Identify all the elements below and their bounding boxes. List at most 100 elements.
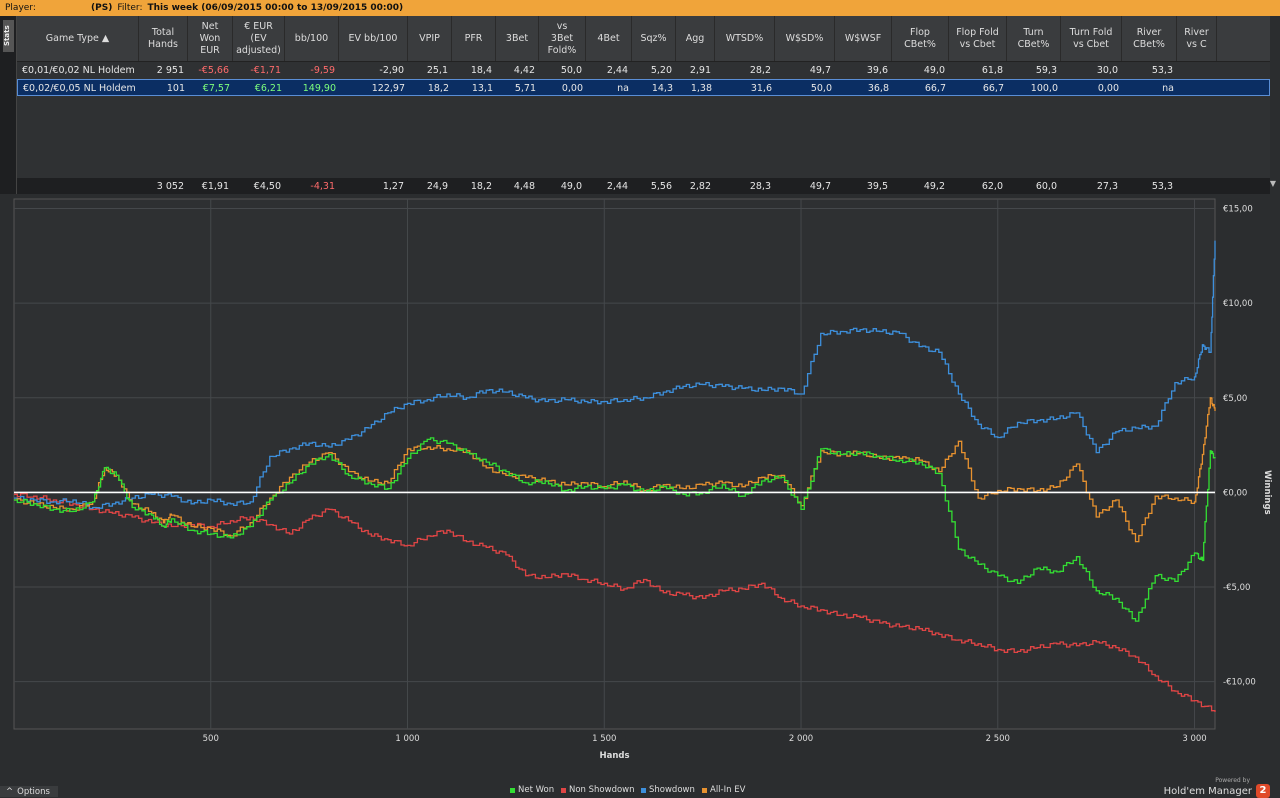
x-tick-label: 3 000	[1182, 734, 1206, 744]
column-header[interactable]: EV bb/100	[339, 16, 408, 61]
column-header[interactable]: W$SD%	[775, 16, 835, 61]
y-axis-title: Winnings	[1262, 470, 1272, 515]
table-cell: 39,5	[866, 181, 888, 192]
table-cell: 59,3	[1035, 65, 1057, 76]
legend-item[interactable]: Non Showdown	[561, 785, 635, 795]
table-cell: 62,0	[981, 181, 1003, 192]
table-cell: 0,00	[561, 83, 583, 94]
column-header[interactable]: 4Bet	[586, 16, 632, 61]
filter-value[interactable]: This week (06/09/2015 00:00 to 13/09/201…	[147, 3, 403, 13]
table-cell: 30,0	[1096, 65, 1118, 76]
table-cell: na	[617, 83, 629, 94]
column-header[interactable]: W$WSF	[835, 16, 892, 61]
table-cell: 18,2	[427, 83, 449, 94]
table-cell: 28,2	[749, 65, 771, 76]
column-header[interactable]: Agg	[676, 16, 715, 61]
legend-swatch	[561, 787, 566, 793]
x-tick-label: 500	[203, 734, 219, 744]
table-cell: 36,8	[867, 83, 889, 94]
column-header[interactable]: WTSD%	[715, 16, 775, 61]
table-cell: 122,97	[371, 83, 405, 94]
table-cell: 53,3	[1151, 181, 1173, 192]
filter-bar: Player: (PS) Filter: This week (06/09/20…	[0, 0, 1280, 16]
table-cell	[1178, 80, 1218, 97]
table-row[interactable]: €0,01/€0,02 NL Holdem 2 951 -€5,66 -€1,71 -9…	[17, 62, 1270, 79]
table-cell: 2,91	[689, 65, 711, 76]
table-cell: 28,3	[749, 181, 771, 192]
table-cell: 61,8	[981, 65, 1003, 76]
column-header[interactable]: Turn CBet%	[1007, 16, 1061, 61]
column-header[interactable]: Flop Fold vs Cbet	[949, 16, 1007, 61]
legend-item[interactable]: All-In EV	[702, 785, 745, 795]
table-header: Game Type ▲ Total Hands Net Won EUR € EUR (…	[17, 16, 1270, 62]
table-cell: 49,2	[923, 181, 945, 192]
column-header[interactable]: Turn Fold vs Cbet	[1061, 16, 1122, 61]
column-header[interactable]: VPIP	[408, 16, 452, 61]
table-cell: -4,31	[310, 181, 335, 192]
table-cell: -€5,66	[198, 65, 229, 76]
x-tick-label: 2 000	[789, 734, 813, 744]
table-cell	[1177, 178, 1217, 194]
table-cell: €7,57	[202, 83, 230, 94]
x-axis-title: Hands	[599, 751, 629, 761]
chart-svg: 500 1 000 1 500 2 000 2 500 3 000 €15,00 €10,00…	[13, 198, 1272, 761]
stats-tab-label[interactable]: Stats	[3, 20, 14, 52]
site-tag: (PS)	[91, 3, 113, 13]
table-cell: 2,44	[606, 65, 628, 76]
table-cell	[1177, 62, 1217, 79]
options-button[interactable]: ^ Options	[0, 786, 58, 797]
table-cell: 100,0	[1030, 83, 1058, 94]
plot-area	[13, 198, 1216, 730]
column-header[interactable]: PFR	[452, 16, 496, 61]
brand-badge-icon: 2	[1256, 784, 1270, 798]
stats-side-tab[interactable]: Stats	[0, 16, 17, 194]
x-tick-label: 1 000	[395, 734, 419, 744]
table-cell: €4,50	[253, 181, 281, 192]
filter-label: Filter:	[117, 3, 143, 13]
column-header[interactable]: 3Bet	[496, 16, 539, 61]
table-cell: 5,20	[650, 65, 672, 76]
column-header[interactable]: vs 3Bet Fold%	[539, 16, 586, 61]
table-cell: 50,0	[560, 65, 582, 76]
column-header[interactable]: Total Hands	[139, 16, 188, 61]
table-cell: 4,48	[513, 181, 535, 192]
column-header[interactable]: Sqz%	[632, 16, 676, 61]
table-cell: 24,9	[426, 181, 448, 192]
table-cell: 101	[166, 83, 185, 94]
table-cell: 3 052	[156, 181, 184, 192]
table-cell: 13,1	[471, 83, 493, 94]
scroll-down-icon[interactable]: ▼	[1270, 179, 1276, 188]
table-row-selected[interactable]: €0,02/€0,05 NL Holdem 101 €7,57 €6,21 149,90…	[17, 79, 1270, 96]
column-header[interactable]: € EUR (EV adjusted)	[233, 16, 285, 61]
chart-legend: Net Won Non Showdown Showdown All-In EV	[0, 784, 1280, 797]
legend-swatch	[510, 787, 515, 793]
legend-label: Showdown	[649, 785, 695, 795]
table-cell: 18,4	[470, 65, 492, 76]
table-cell: 49,0	[923, 65, 945, 76]
x-tick-label: 2 500	[986, 734, 1010, 744]
column-header[interactable]: Flop CBet%	[892, 16, 949, 61]
column-header[interactable]: River CBet%	[1122, 16, 1177, 61]
table-cell: 4,42	[513, 65, 535, 76]
column-header[interactable]: River vs C	[1177, 16, 1217, 61]
y-tick-label: -€10,00	[1223, 678, 1256, 688]
table-cell: 1,38	[690, 83, 712, 94]
table-cell: 149,90	[302, 83, 336, 94]
table-cell: 2,82	[689, 181, 711, 192]
column-header[interactable]: bb/100	[285, 16, 339, 61]
winnings-chart: 500 1 000 1 500 2 000 2 500 3 000 €15,00 €10,00…	[0, 194, 1280, 774]
legend-item[interactable]: Net Won	[510, 785, 554, 795]
y-tick-label: €10,00	[1223, 299, 1253, 309]
brand-logo: Powered by Hold'em Manager 2	[1164, 777, 1270, 798]
legend-item[interactable]: Showdown	[641, 785, 695, 795]
table-cell: 5,71	[514, 83, 536, 94]
column-header[interactable]: Net Won EUR	[188, 16, 233, 61]
legend-label: All-In EV	[710, 785, 746, 795]
table-cell: 66,7	[982, 83, 1004, 94]
column-header[interactable]: Game Type ▲	[17, 16, 139, 61]
table-cell: 27,3	[1096, 181, 1118, 192]
table-cell: 49,7	[809, 65, 831, 76]
y-tick-label: -€5,00	[1223, 583, 1250, 593]
table-cell: 50,0	[810, 83, 832, 94]
totals-row: 3 052 €1,91 €4,50 -4,31 1,27 24,9 18,2 4,48 49,0…	[17, 178, 1270, 194]
